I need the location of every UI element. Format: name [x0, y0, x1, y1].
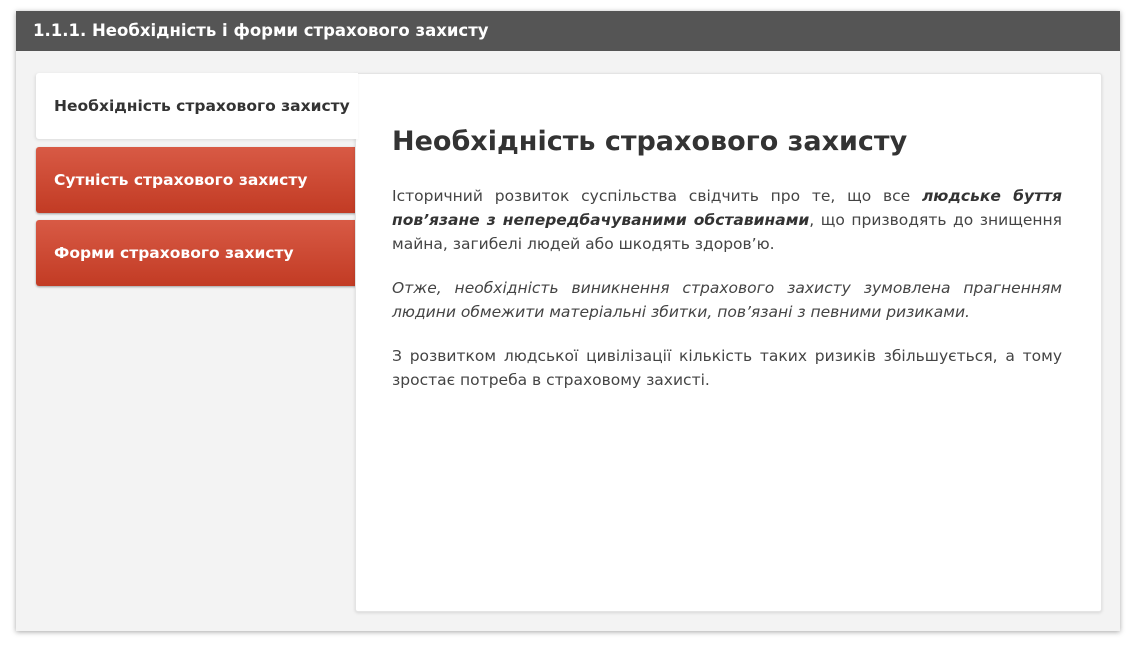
tab-neobkhidnist[interactable]: Необхідність страхового захисту	[36, 73, 358, 139]
paragraph-2: Отже, необхідність виникнення страхового…	[392, 276, 1062, 324]
paragraph-1: Історичний розвиток суспільства свідчить…	[392, 184, 1062, 256]
paragraph-1-text-start: Історичний розвиток суспільства свідчить…	[392, 187, 922, 205]
lesson-window: 1.1.1. Необхідність і форми страхового з…	[16, 11, 1120, 631]
content-body: Історичний розвиток суспільства свідчить…	[392, 184, 1062, 412]
window-title-bar: 1.1.1. Необхідність і форми страхового з…	[16, 11, 1120, 51]
tab-sutnist[interactable]: Сутність страхового захисту	[36, 147, 358, 213]
tab-formy[interactable]: Форми страхового захисту	[36, 220, 358, 286]
paragraph-3: З розвитком людської цивілізації кількіс…	[392, 347, 1062, 389]
paragraph-2-italic: Отже, необхідність виникнення страхового…	[392, 279, 1062, 321]
content-panel: Необхідність страхового захисту Історичн…	[355, 73, 1102, 612]
content-heading: Необхідність страхового захисту	[392, 126, 908, 157]
